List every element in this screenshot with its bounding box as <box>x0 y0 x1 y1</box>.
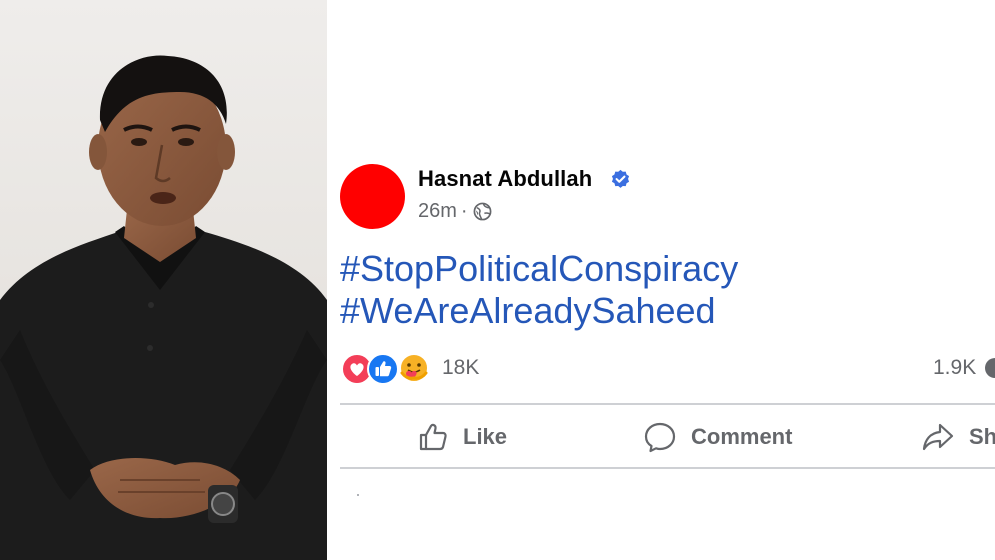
comment-button-label: Comment <box>691 424 793 449</box>
comment-button[interactable]: Comment <box>643 417 792 457</box>
person-illustration <box>0 0 327 560</box>
meta-separator: · <box>460 200 468 222</box>
like-button-label: Like <box>463 424 508 449</box>
person-photo <box>0 0 327 560</box>
reaction-summary[interactable] <box>341 352 433 385</box>
comment-count[interactable]: 1.9K <box>933 356 976 380</box>
author-name[interactable]: Hasnat Abdullah <box>418 166 592 192</box>
share-button-label: Sh <box>969 424 995 449</box>
share-icon <box>922 423 954 451</box>
divider <box>340 467 995 469</box>
screenshot-frame: Hasnat Abdullah 26m · #StopPoliticalCons… <box>0 0 995 560</box>
post-meta: 26m · <box>418 200 492 223</box>
care-reaction-icon <box>399 353 429 383</box>
hashtag-link[interactable]: #StopPoliticalConspiracy <box>340 248 738 290</box>
facebook-post: Hasnat Abdullah 26m · #StopPoliticalCons… <box>327 0 995 560</box>
like-button[interactable]: Like <box>417 417 507 457</box>
globe-icon[interactable] <box>473 202 492 221</box>
divider <box>340 403 995 405</box>
like-icon <box>419 423 447 451</box>
like-reaction-icon <box>367 353 399 385</box>
reaction-icons <box>341 352 433 385</box>
author-avatar[interactable] <box>340 164 405 229</box>
hashtag-link[interactable]: #WeAreAlreadySaheed <box>340 290 738 332</box>
comment-count-icon <box>985 358 995 378</box>
comment-area-placeholder <box>357 494 359 496</box>
verified-badge-icon <box>611 169 630 188</box>
share-button[interactable]: Sh <box>921 417 995 457</box>
post-body: #StopPoliticalConspiracy #WeAreAlreadySa… <box>340 248 738 332</box>
reaction-count[interactable]: 18K <box>442 356 479 380</box>
comment-icon <box>644 422 676 453</box>
post-timestamp[interactable]: 26m <box>418 200 457 223</box>
